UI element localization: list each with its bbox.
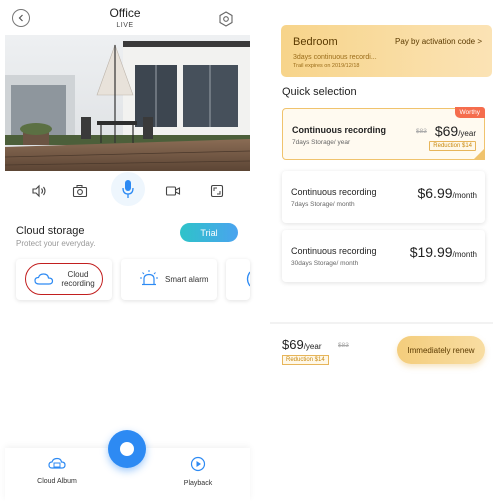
fullscreen-icon: [210, 184, 224, 198]
trial-expiry: Trail expires on 2019/12/18: [293, 63, 360, 69]
plan-reduction: Reduction $14: [429, 141, 476, 151]
plan-name: Continuous recording: [292, 125, 386, 135]
record-icon: [165, 186, 181, 196]
smart-alarm-label: Smart alarm: [165, 275, 209, 284]
home-fab-button[interactable]: [108, 430, 146, 468]
camera-icon: [72, 185, 88, 198]
plan-monthly-7d[interactable]: Continuous recording 7days Storage/ mont…: [282, 171, 485, 223]
cloud-album-icon: [48, 457, 66, 469]
top-bar: Office LIVE: [0, 0, 250, 34]
plan-monthly-30d[interactable]: Continuous recording 30days Storage/ mon…: [282, 230, 485, 282]
speaker-icon: [32, 184, 46, 198]
smart-alarm-card[interactable]: Smart alarm: [121, 259, 217, 300]
plan-desc: 7days Storage/ month: [291, 201, 355, 208]
plan-old-price: $83: [416, 128, 427, 135]
cloud-plan-screen: Bedroom Pay by activation code > 3days c…: [270, 0, 493, 501]
nav-cloud-album[interactable]: Cloud Album: [27, 456, 87, 485]
plan-description: 3days continuous recordi...: [293, 54, 377, 61]
trial-button[interactable]: Trial: [180, 223, 238, 242]
fullscreen-button[interactable]: [207, 181, 227, 201]
quick-selection-title: Quick selection: [282, 86, 357, 98]
record-button[interactable]: [163, 181, 183, 201]
screen: Office LIVE Cloud storage Protect your e…: [0, 0, 493, 501]
page-title: Office: [109, 6, 141, 20]
nav-cloud-album-label: Cloud Album: [37, 478, 77, 485]
settings-button[interactable]: [218, 11, 234, 27]
hexagon-settings-icon: [219, 11, 233, 27]
live-video-view[interactable]: [5, 35, 250, 171]
control-row: [0, 172, 250, 208]
footer-unit: /year: [303, 342, 322, 351]
nav-playback[interactable]: Playback: [168, 456, 228, 487]
price-amount: $6.99: [417, 185, 453, 201]
mic-icon: [122, 180, 134, 198]
talk-button[interactable]: [111, 172, 145, 206]
highlight-circle: [25, 263, 103, 295]
plan-desc: 30days Storage/ month: [291, 260, 359, 267]
fab-dot-icon: [120, 442, 134, 456]
plan-price: $69/year: [435, 123, 476, 139]
plan-yearly[interactable]: Worthy Continuous recording 7days Storag…: [282, 107, 485, 160]
price-unit: /year: [458, 129, 476, 138]
plan-name: Continuous recording: [291, 246, 377, 256]
camera-live-screen: Office LIVE Cloud storage Protect your e…: [0, 0, 250, 501]
selected-corner-icon: [473, 148, 485, 160]
worthy-badge: Worthy: [454, 107, 485, 118]
snapshot-button[interactable]: [70, 181, 90, 201]
plan-price: $19.99/month: [410, 244, 477, 260]
footer-price: $69/year: [282, 337, 322, 352]
divider: [270, 322, 493, 324]
activation-code-link[interactable]: Pay by activation code >: [395, 37, 482, 46]
footer-reduction: Reduction $14: [282, 355, 329, 365]
plan-name: Continuous recording: [291, 187, 377, 197]
cloud-storage-title: Cloud storage: [16, 225, 85, 237]
price-unit: /month: [452, 250, 477, 259]
price-unit: /month: [452, 191, 477, 200]
device-name: Bedroom: [293, 36, 338, 48]
more-feature-card[interactable]: [226, 259, 250, 300]
plan-desc: 7days Storage/ year: [292, 139, 351, 146]
speaker-button[interactable]: [29, 181, 49, 201]
footer-amount: $69: [282, 337, 304, 352]
renew-button[interactable]: Immediately renew: [397, 336, 485, 364]
device-status-card: Bedroom Pay by activation code > 3days c…: [281, 25, 492, 77]
partial-feature-icon: [246, 271, 250, 287]
playback-icon: [190, 456, 206, 472]
cloud-storage-subtitle: Protect your everyday.: [16, 239, 96, 248]
patio-scene-image: [5, 35, 250, 171]
footer-old-price: $83: [338, 342, 349, 349]
alarm-icon: [140, 270, 158, 286]
price-amount: $19.99: [409, 244, 453, 260]
price-amount: $69: [434, 123, 459, 139]
plan-price: $6.99/month: [417, 185, 477, 201]
nav-playback-label: Playback: [183, 480, 213, 487]
live-label: LIVE: [116, 22, 134, 29]
